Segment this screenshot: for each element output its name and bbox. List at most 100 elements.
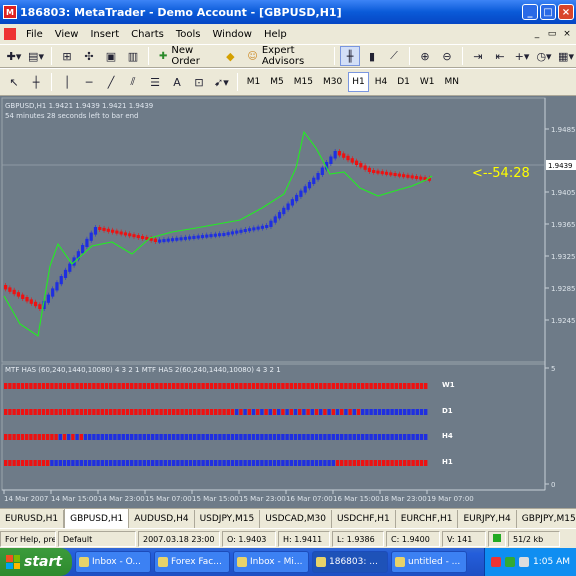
menu-tools[interactable]: Tools — [170, 29, 207, 40]
mtf-cell-row3 — [79, 434, 83, 440]
tf-mn[interactable]: MN — [440, 72, 463, 92]
new-order-button[interactable]: ✚ New Order — [154, 45, 218, 67]
mtf-cell-row4 — [285, 460, 289, 466]
expert-advisors-button[interactable]: ☺ Expert Advisors — [242, 45, 329, 67]
task-inbox-outlook[interactable]: Inbox - O... — [75, 551, 151, 573]
menu-window[interactable]: Window — [207, 29, 258, 40]
menu-view[interactable]: View — [49, 29, 85, 40]
mtf-cell-row1 — [407, 383, 411, 389]
tf-m1[interactable]: M1 — [243, 72, 265, 92]
templates-icon[interactable]: ▦▾ — [556, 46, 576, 66]
menu-help[interactable]: Help — [258, 29, 293, 40]
mtf-cell-row3 — [96, 434, 100, 440]
mdi-close-button[interactable]: × — [561, 28, 573, 40]
tab-usdcad-m30[interactable]: USDCAD,M30 — [260, 510, 332, 528]
mdi-minimize-button[interactable]: _ — [531, 28, 543, 40]
tf-m30[interactable]: M30 — [319, 72, 346, 92]
tf-m15[interactable]: M15 — [290, 72, 317, 92]
tray-network-icon[interactable] — [505, 557, 515, 567]
mtf-cell-row4 — [130, 460, 134, 466]
mtf-cell-row2 — [251, 409, 256, 415]
fibonacci-icon[interactable]: ☰ — [145, 72, 165, 92]
mtf-cell-row1 — [180, 383, 184, 389]
candle-body — [295, 194, 299, 202]
mtf-cell-row4 — [323, 460, 327, 466]
tf-h4[interactable]: H4 — [371, 72, 392, 92]
tab-eurchf-h1[interactable]: EURCHF,H1 — [396, 510, 459, 528]
tab-gbpusd-h1[interactable]: GBPUSD,H1 — [64, 509, 130, 528]
chart-window-icon[interactable] — [4, 28, 16, 40]
bar-chart-icon[interactable]: ╫ — [340, 46, 360, 66]
mdi-restore-button[interactable]: ▭ — [546, 28, 558, 40]
tab-usdchf-h1[interactable]: USDCHF,H1 — [332, 510, 396, 528]
mtf-cell-row1 — [41, 383, 46, 389]
cursor-icon[interactable]: ↖ — [4, 72, 24, 92]
new-chart-icon[interactable]: ✚▾ — [4, 46, 24, 66]
data-window-icon[interactable]: ▣ — [101, 46, 121, 66]
task-inbox-mail[interactable]: Inbox - Mi... — [233, 551, 309, 573]
chart-shift-icon[interactable]: ⇤ — [490, 46, 510, 66]
maximize-button[interactable]: □ — [540, 4, 556, 20]
mtf-cell-row2 — [419, 409, 424, 415]
mtf-cell-row4 — [167, 460, 172, 466]
mtf-cell-row1 — [386, 383, 390, 389]
tf-h1[interactable]: H1 — [348, 72, 369, 92]
text-tool-icon[interactable]: A — [167, 72, 187, 92]
task-metatrader[interactable]: 186803: ... — [312, 551, 388, 573]
terminal-icon[interactable]: ▥ — [123, 46, 143, 66]
mtf-cell-row4 — [365, 460, 369, 466]
periods-icon[interactable]: ◷▾ — [534, 46, 554, 66]
menu-insert[interactable]: Insert — [84, 29, 125, 40]
candle-body — [29, 299, 33, 304]
indicators-icon[interactable]: +▾ — [512, 46, 532, 66]
start-button[interactable]: start — [0, 548, 72, 576]
candlestick-icon[interactable]: ▮ — [362, 46, 382, 66]
candle-body — [252, 227, 256, 231]
channel-icon[interactable]: ⫽ — [123, 72, 143, 92]
mtf-cell-row1 — [327, 383, 331, 389]
mtf-cell-row3 — [285, 434, 289, 440]
tf-w1[interactable]: W1 — [416, 72, 439, 92]
tab-gbpjpy-m15[interactable]: GBPJPY,M15 — [517, 510, 576, 528]
minimize-button[interactable]: _ — [522, 4, 538, 20]
vertical-line-icon[interactable]: │ — [57, 72, 77, 92]
line-chart-icon[interactable]: ⟋ — [384, 46, 404, 66]
task-forex-factory[interactable]: Forex Fac... — [154, 551, 230, 573]
mtf-cell-row1 — [306, 383, 310, 389]
horizontal-line-icon[interactable]: ─ — [79, 72, 99, 92]
crosshair-icon[interactable]: ┼ — [26, 72, 46, 92]
tab-eurjpy-h4[interactable]: EURJPY,H4 — [458, 510, 517, 528]
menu-charts[interactable]: Charts — [125, 29, 170, 40]
price-chart[interactable]: 1.9485 1.9405 1.9365 1.9325 1.9285 1.9245 1.94… — [0, 96, 576, 508]
tf-m5[interactable]: M5 — [266, 72, 288, 92]
tray-volume-icon[interactable] — [519, 557, 529, 567]
main-pane-border — [1, 97, 546, 363]
candle-body — [183, 236, 187, 240]
close-button[interactable]: × — [558, 4, 574, 20]
zoom-in-icon[interactable]: ⊕ — [415, 46, 435, 66]
tab-eurusd-h1[interactable]: EURUSD,H1 — [0, 510, 65, 528]
mtf-cell-row2 — [277, 409, 281, 415]
zoom-out-icon[interactable]: ⊖ — [437, 46, 457, 66]
navigator-icon[interactable]: ✣ — [79, 46, 99, 66]
auto-scroll-icon[interactable]: ⇥ — [468, 46, 488, 66]
mtf-cell-row3 — [235, 434, 239, 440]
mtf-cell-row2 — [323, 409, 327, 415]
task-untitled-paint[interactable]: untitled - ... — [391, 551, 467, 573]
label-icon[interactable]: ⊡ — [189, 72, 209, 92]
tab-audusd-h4[interactable]: AUDUSD,H4 — [129, 510, 195, 528]
mtf-cell-row4 — [230, 460, 235, 466]
tray-app-icon[interactable] — [491, 557, 501, 567]
menu-file[interactable]: File — [20, 29, 49, 40]
tab-usdjpy-m15[interactable]: USDJPY,M15 — [195, 510, 261, 528]
candle-body — [89, 232, 93, 241]
arrows-icon[interactable]: ➹▾ — [211, 72, 232, 92]
price-tick-label: 1.9325 — [551, 253, 576, 261]
market-watch-icon[interactable]: ⊞ — [57, 46, 77, 66]
chart-window[interactable]: 1.9485 1.9405 1.9365 1.9325 1.9285 1.9245 1.94… — [0, 96, 576, 508]
trendline-icon[interactable]: ╱ — [101, 72, 121, 92]
profiles-icon[interactable]: ▤▾ — [26, 46, 46, 66]
mtf-cell-row3 — [256, 434, 260, 440]
meta-editor-icon[interactable]: ◆ — [220, 46, 240, 66]
tf-d1[interactable]: D1 — [393, 72, 414, 92]
